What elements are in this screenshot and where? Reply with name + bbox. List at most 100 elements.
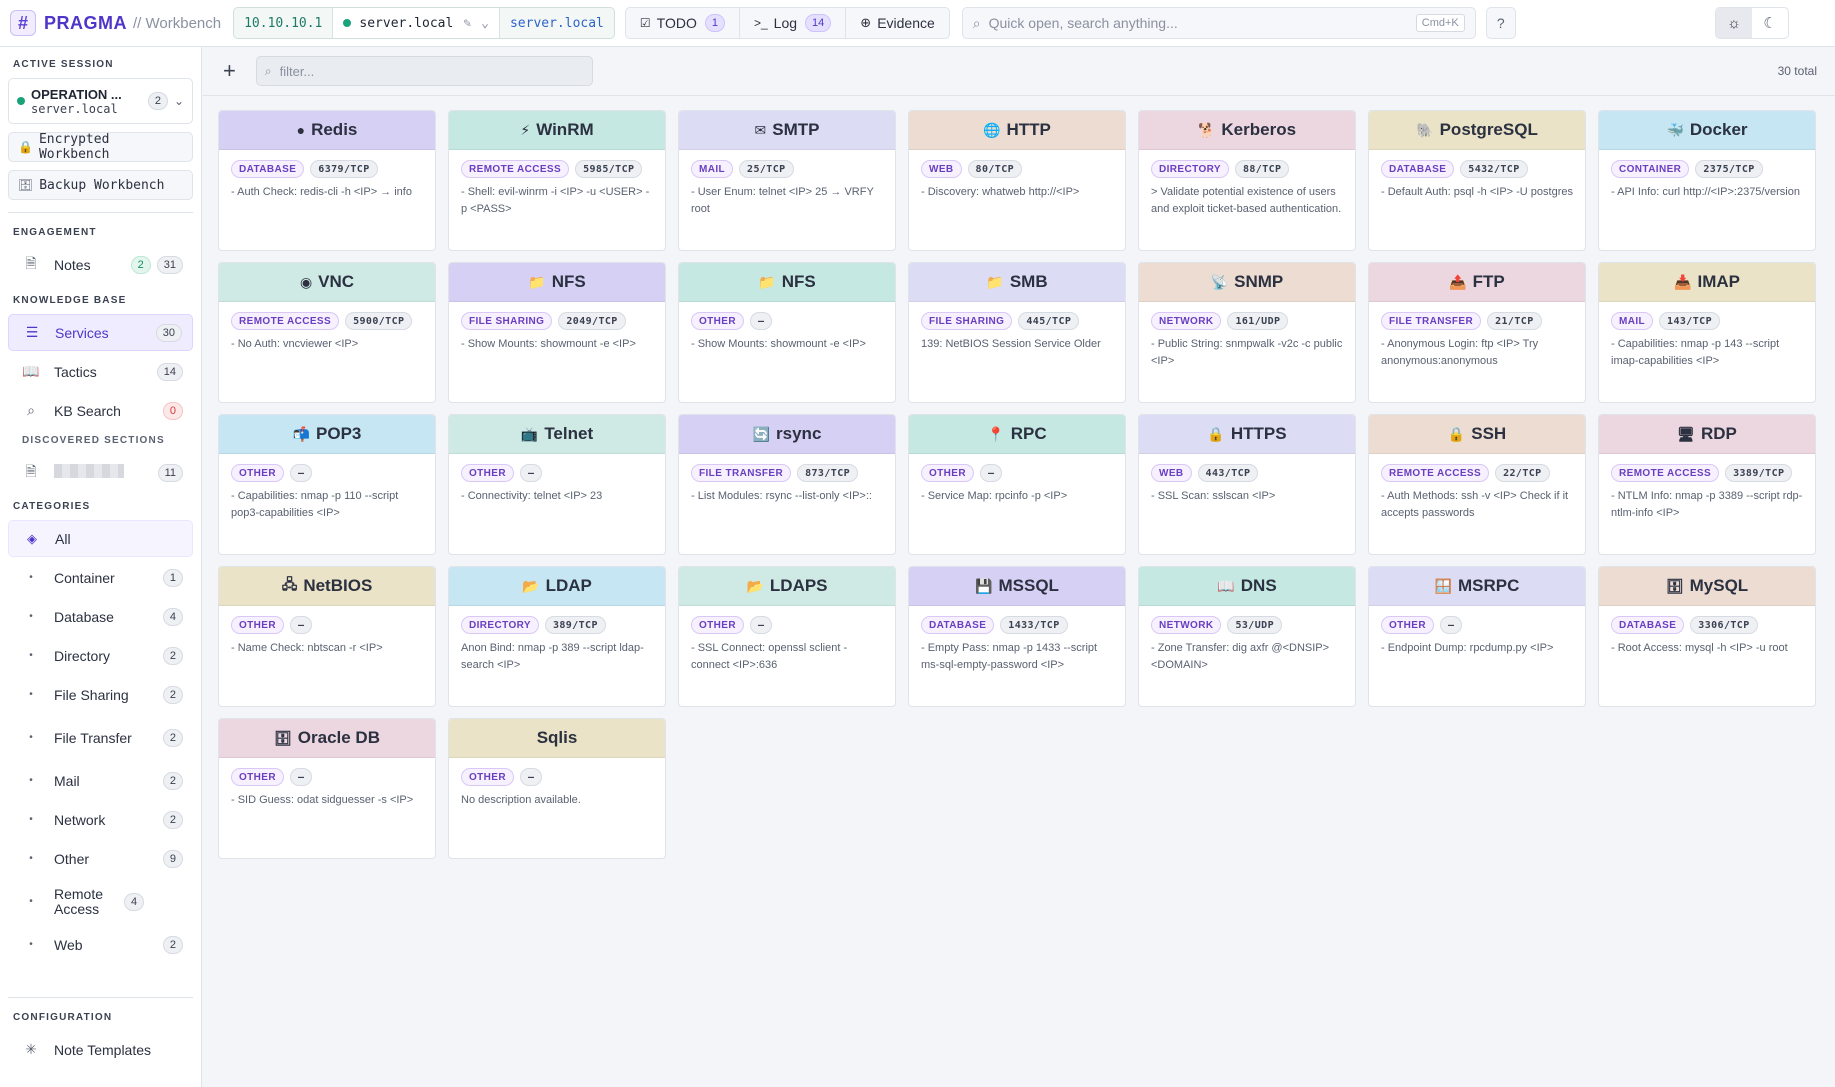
service-icon: 🖥 xyxy=(1677,425,1695,442)
service-card[interactable]: 📂 LDAP DIRECTORY 389/TCP Anon Bind: nmap -p … xyxy=(448,566,666,707)
service-card-header: 📡 SNMP xyxy=(1139,263,1355,302)
sidebar-item-discovered[interactable]: 🗎 11 xyxy=(8,454,193,491)
backup-workbench-button[interactable]: 🗄 Backup Workbench xyxy=(8,170,193,200)
service-card[interactable]: 📡 SNMP NETWORK 161/UDP - Public String: snmp… xyxy=(1138,262,1356,403)
service-card[interactable]: 🐕 Kerberos DIRECTORY 88/TCP > Validate poten… xyxy=(1138,110,1356,251)
tactics-count: 14 xyxy=(156,362,183,381)
port-tag: 5900/TCP xyxy=(345,312,413,330)
category-remote-access[interactable]: • Remote Access 4 xyxy=(8,879,193,924)
service-card[interactable]: 📁 SMB FILE SHARING 445/TCP 139: NetBIOS Sess… xyxy=(908,262,1126,403)
service-card-header: 🌐 HTTP xyxy=(909,111,1125,150)
service-name: Redis xyxy=(311,120,358,139)
service-icon: ⚡ xyxy=(520,121,531,138)
category-count: 2 xyxy=(162,771,183,790)
host-link[interactable]: server.local xyxy=(500,8,614,38)
service-card[interactable]: ◉ VNC REMOTE ACCESS 5900/TCP - No Auth: vncv… xyxy=(218,262,436,403)
service-card[interactable]: 📥 IMAP MAIL 143/TCP - Capabilities: nmap -p … xyxy=(1598,262,1816,403)
service-card[interactable]: Sqlis OTHER — No description available. xyxy=(448,718,666,859)
service-card[interactable]: 🔄 rsync FILE TRANSFER 873/TCP - List Modules… xyxy=(678,414,896,555)
service-card[interactable]: 📂 LDAPS OTHER — - SSL Connect: openssl sclie… xyxy=(678,566,896,707)
service-card[interactable]: 📁 NFS FILE SHARING 2049/TCP - Show Mounts: s… xyxy=(448,262,666,403)
service-name: MSSQL xyxy=(998,576,1059,595)
search-input[interactable] xyxy=(988,15,1416,31)
encrypted-workbench-button[interactable]: 🔒 Encrypted Workbench xyxy=(8,132,193,162)
moon-icon[interactable]: ☾ xyxy=(1752,8,1788,38)
sidebar-item-note-templates[interactable]: ✳ Note Templates xyxy=(8,1031,193,1068)
service-card[interactable]: 🔒 HTTPS WEB 443/TCP - SSL Scan: sslscan <IP> xyxy=(1138,414,1356,555)
filter-box[interactable]: ⌕ xyxy=(255,56,593,86)
service-icon: 📡 xyxy=(1210,273,1229,290)
service-card[interactable]: 💾 MSSQL DATABASE 1433/TCP - Empty Pass: nmap… xyxy=(908,566,1126,707)
tab-todo[interactable]: ☑ TODO 1 xyxy=(626,8,740,38)
port-tag: 53/UDP xyxy=(1227,616,1282,634)
category-network[interactable]: • Network 2 xyxy=(8,801,193,838)
notes-badge-new: 2 xyxy=(130,255,151,274)
category-other[interactable]: • Other 9 xyxy=(8,840,193,877)
category-all[interactable]: ◈ All xyxy=(8,520,193,557)
sidebar-item-notes[interactable]: 🗎 Notes 2 31 xyxy=(8,246,193,283)
service-description: - SSL Scan: sslscan <IP> xyxy=(1151,490,1276,502)
service-icon: 🪟 xyxy=(1434,577,1453,594)
session-selector[interactable]: OPERATION ... server.local 2 ⌄ xyxy=(8,78,193,124)
host-dropdown[interactable]: server.local ✎ ⌄ xyxy=(333,8,500,38)
service-icon: 🐳 xyxy=(1666,121,1684,138)
service-card[interactable]: 🔒 SSH REMOTE ACCESS 22/TCP - Auth Methods: s… xyxy=(1368,414,1586,555)
category-file-sharing[interactable]: • File Sharing 2 xyxy=(8,676,193,713)
service-card[interactable]: 🗄 Oracle DB OTHER — - SID Guess: odat sidgue… xyxy=(218,718,436,859)
service-card[interactable]: 🖧 NetBIOS OTHER — - Name Check: nbtscan -r <… xyxy=(218,566,436,707)
service-card[interactable]: 📍 RPC OTHER — - Service Map: rpcinfo -p <IP> xyxy=(908,414,1126,555)
add-service-button[interactable]: + xyxy=(223,58,236,84)
tab-evidence[interactable]: ⊕ Evidence xyxy=(846,8,949,38)
quick-open-search[interactable]: ⌕ Cmd+K xyxy=(961,7,1476,39)
service-card-header: 📬 POP3 xyxy=(219,415,435,454)
category-count: 2 xyxy=(162,935,183,954)
discovered-count: 11 xyxy=(157,463,183,482)
port-tag: 2049/TCP xyxy=(558,312,626,330)
service-card[interactable]: 🐳 Docker CONTAINER 2375/TCP - API Info: curl… xyxy=(1598,110,1816,251)
help-button[interactable]: ? xyxy=(1485,7,1516,39)
service-card[interactable]: 📺 Telnet OTHER — - Connectivity: telnet <IP>… xyxy=(448,414,666,555)
service-card[interactable]: 🗄 MySQL DATABASE 3306/TCP - Root Access: mys… xyxy=(1598,566,1816,707)
service-card[interactable]: 📬 POP3 OTHER — - Capabilities: nmap -p 110 -… xyxy=(218,414,436,555)
category-tag: DIRECTORY xyxy=(461,616,539,634)
filter-input[interactable] xyxy=(279,63,584,79)
service-card[interactable]: ⚡ WinRM REMOTE ACCESS 5985/TCP - Shell: evil… xyxy=(448,110,666,251)
target-ip[interactable]: 10.10.10.1 xyxy=(234,8,334,38)
service-card[interactable]: ✉ SMTP MAIL 25/TCP - User Enum: telnet <IP> … xyxy=(678,110,896,251)
category-mail[interactable]: • Mail 2 xyxy=(8,762,193,799)
bullet-icon: • xyxy=(29,611,33,622)
category-directory[interactable]: • Directory 2 xyxy=(8,637,193,674)
service-description: - Endpoint Dump: rpcdump.py <IP> xyxy=(1381,642,1554,654)
service-icon: 🔒 xyxy=(1207,425,1225,442)
service-description: - Capabilities: nmap -p 143 --script ima… xyxy=(1611,338,1780,367)
service-card[interactable]: ● Redis DATABASE 6379/TCP - Auth Check: redi… xyxy=(218,110,436,251)
service-card[interactable]: 📖 DNS NETWORK 53/UDP - Zone Transfer: dig ax… xyxy=(1138,566,1356,707)
service-description: - SID Guess: odat sidguesser -s <IP> xyxy=(231,794,414,806)
category-container[interactable]: • Container 1 xyxy=(8,559,193,596)
chevron-down-icon[interactable]: ⌄ xyxy=(481,16,489,31)
app-logo[interactable]: # xyxy=(10,10,36,36)
diamond-icon: ◈ xyxy=(27,530,37,546)
server-icon: ☰ xyxy=(25,324,39,340)
knowledge-base-heading: KNOWLEDGE BASE xyxy=(13,295,127,306)
sun-icon[interactable]: ☼ xyxy=(1716,8,1752,38)
category-file-transfer[interactable]: • File Transfer 2 xyxy=(8,715,193,760)
service-card[interactable]: 🐘 PostgreSQL DATABASE 5432/TCP - Default Aut… xyxy=(1368,110,1586,251)
service-card[interactable]: 🪟 MSRPC OTHER — - Endpoint Dump: rpcdump.py … xyxy=(1368,566,1586,707)
tab-log[interactable]: >_ Log 14 xyxy=(740,8,847,38)
sidebar-item-services[interactable]: ☰ Services 30 xyxy=(8,314,193,351)
sidebar-item-tactics[interactable]: 📖 Tactics 14 xyxy=(8,353,193,390)
service-card[interactable]: 🖥 RDP REMOTE ACCESS 3389/TCP - NTLM Info: nm… xyxy=(1598,414,1816,555)
service-card[interactable]: 📤 FTP FILE TRANSFER 21/TCP - Anonymous Login… xyxy=(1368,262,1586,403)
sidebar-item-kb-search[interactable]: ⌕ KB Search 0 xyxy=(8,392,193,429)
service-card-header: 📁 SMB xyxy=(909,263,1125,302)
services-count: 30 xyxy=(155,323,182,342)
service-card[interactable]: 📁 NFS OTHER — - Show Mounts: showmount -e <I… xyxy=(678,262,896,403)
service-description: - SSL Connect: openssl sclient -connect … xyxy=(691,642,848,671)
service-card[interactable]: 🌐 HTTP WEB 80/TCP - Discovery: whatweb http:… xyxy=(908,110,1126,251)
category-web[interactable]: • Web 2 xyxy=(8,926,193,963)
category-database[interactable]: • Database 4 xyxy=(8,598,193,635)
category-tag: OTHER xyxy=(921,464,974,482)
edit-icon[interactable]: ✎ xyxy=(463,16,471,31)
service-name: NFS xyxy=(551,272,586,291)
